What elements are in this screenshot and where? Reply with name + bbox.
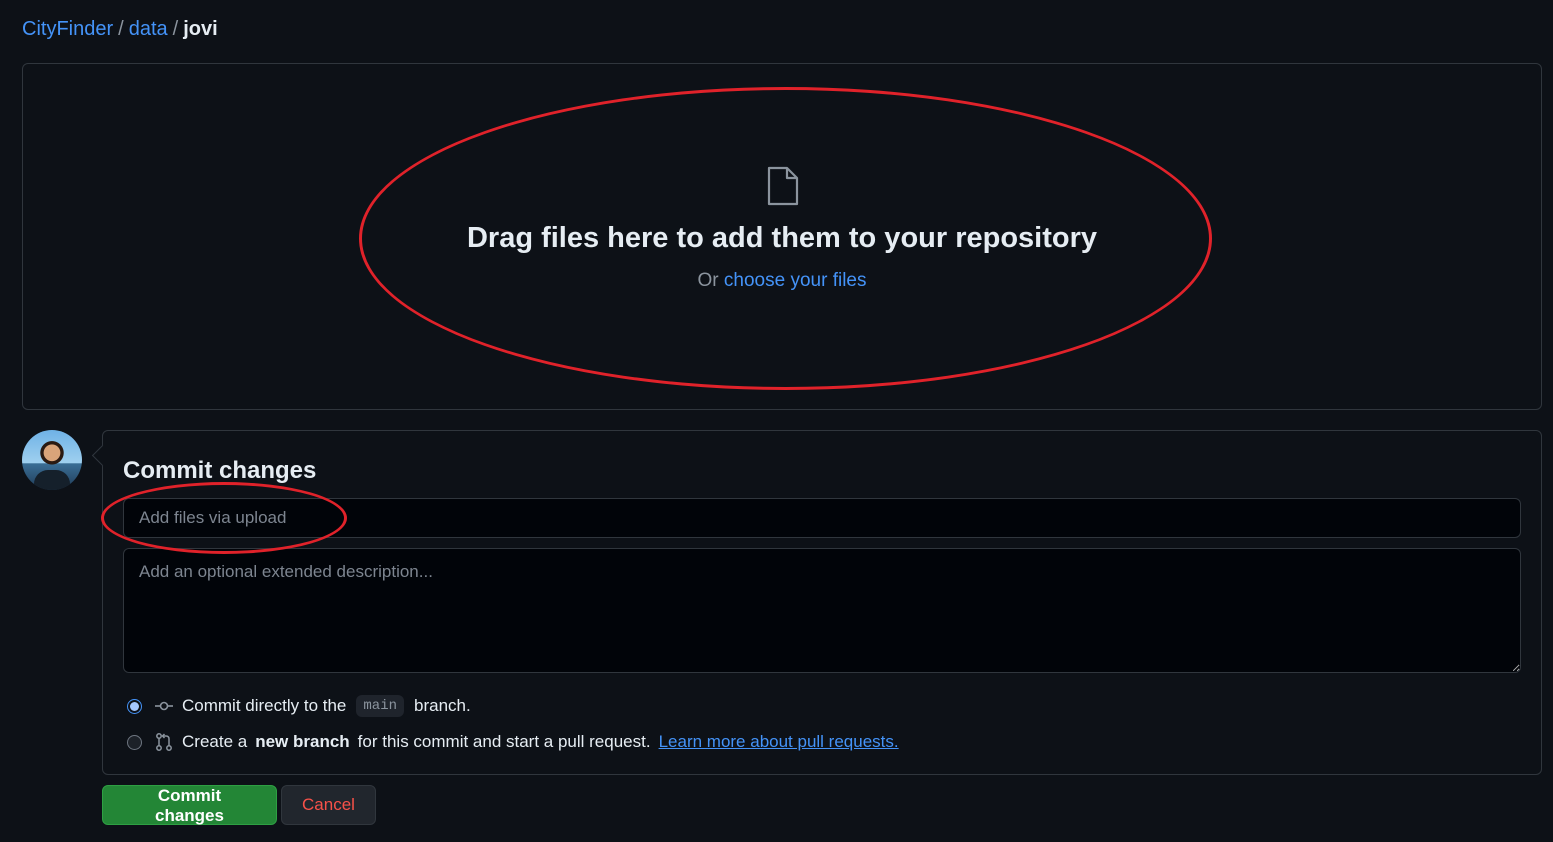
avatar[interactable] <box>22 430 82 490</box>
new-branch-radio[interactable] <box>127 734 142 750</box>
breadcrumb-current: jovi <box>183 18 218 40</box>
git-pull-request-icon <box>156 733 172 751</box>
breadcrumb: CityFinder / data / jovi <box>22 16 218 42</box>
dropzone-prefix: Or <box>697 270 719 291</box>
commit-description-input[interactable] <box>123 548 1521 673</box>
commit-changes-button[interactable]: Commit changes <box>102 785 277 825</box>
file-dropzone[interactable]: Drag files here to add them to your repo… <box>22 63 1542 410</box>
commit-direct-option[interactable]: Commit directly to the main branch. <box>127 694 471 718</box>
commit-direct-text: Commit directly to the <box>182 696 347 715</box>
dropzone-title: Drag files here to add them to your repo… <box>466 222 1098 254</box>
new-branch-suffix: for this commit and start a pull request… <box>357 732 651 751</box>
commit-title: Commit changes <box>123 457 317 484</box>
choose-files-link[interactable]: choose your files <box>724 270 867 291</box>
breadcrumb-repo-link[interactable]: CityFinder <box>22 18 113 40</box>
file-icon <box>767 166 799 206</box>
new-branch-bold: new branch <box>255 732 350 751</box>
cancel-button[interactable]: Cancel <box>281 785 376 825</box>
commit-direct-suffix: branch. <box>414 696 471 715</box>
commit-summary-input[interactable] <box>123 498 1521 538</box>
breadcrumb-separator: / <box>172 18 179 40</box>
learn-more-pull-requests-link[interactable]: Learn more about pull requests. <box>659 732 899 752</box>
dropzone-subtitle: Or choose your files <box>23 270 1541 292</box>
breadcrumb-folder-link[interactable]: data <box>129 18 168 40</box>
branch-name: main <box>356 695 404 717</box>
avatar-figure <box>34 470 70 490</box>
new-branch-option[interactable]: Create a new branch for this commit and … <box>127 730 899 754</box>
commit-direct-radio[interactable] <box>127 698 142 714</box>
commit-form: Commit changes Commit directly to the ma… <box>102 430 1542 775</box>
git-commit-icon <box>155 701 173 711</box>
breadcrumb-separator: / <box>118 18 124 40</box>
new-branch-text: Create a <box>182 732 248 751</box>
